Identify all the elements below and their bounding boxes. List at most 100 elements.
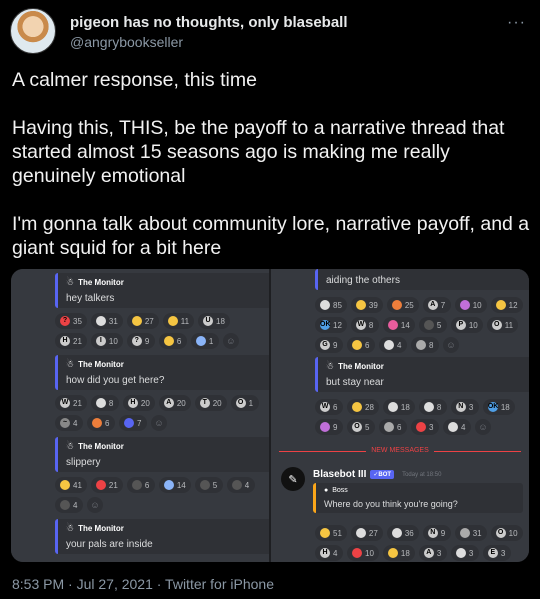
reaction-count: 10 bbox=[108, 336, 118, 346]
display-name[interactable]: pigeon has no thoughts, only blaseball bbox=[70, 14, 348, 31]
reaction-button[interactable]: H 20 bbox=[122, 395, 155, 411]
reaction-button[interactable]: 4 bbox=[443, 419, 471, 435]
reaction-emoji-icon: O bbox=[495, 528, 506, 538]
reaction-button[interactable]: ? 35 bbox=[55, 313, 87, 329]
reaction-button[interactable]: OK 18 bbox=[482, 399, 515, 415]
reaction-emoji-icon bbox=[416, 422, 426, 432]
bot-avatar[interactable]: ✎ bbox=[281, 467, 305, 491]
reaction-button[interactable]: 4 bbox=[226, 477, 255, 493]
add-reaction-icon[interactable]: ☺ bbox=[475, 419, 491, 435]
reaction-button[interactable]: 1 bbox=[190, 333, 219, 349]
reaction-button[interactable]: 18 bbox=[382, 545, 415, 561]
reaction-button[interactable]: 31 bbox=[454, 525, 487, 541]
reaction-button[interactable]: 6 bbox=[158, 333, 187, 349]
reaction-emoji-icon: T bbox=[199, 398, 210, 408]
reaction-button[interactable]: G9 bbox=[315, 337, 343, 353]
reaction-button[interactable]: 4 bbox=[55, 497, 83, 513]
reaction-bar: 512736N931O10H41018A33E3☺ bbox=[315, 525, 525, 562]
reaction-emoji-icon: H bbox=[320, 548, 330, 558]
reaction-button[interactable]: OK 12 bbox=[315, 317, 347, 333]
tweet-timestamp[interactable]: 8:53 PM · Jul 27, 2021 · Twitter for iPh… bbox=[12, 576, 274, 592]
add-reaction-icon[interactable]: ☺ bbox=[443, 337, 459, 353]
reaction-button[interactable]: 6 bbox=[87, 415, 115, 431]
reaction-button[interactable]: W 21 bbox=[55, 395, 87, 411]
reaction-button[interactable]: O1 bbox=[230, 395, 259, 411]
reaction-button[interactable]: U 18 bbox=[198, 313, 230, 329]
reaction-button[interactable]: 3 bbox=[450, 545, 479, 561]
reaction-button[interactable]: 14 bbox=[158, 477, 191, 493]
reaction-button[interactable]: H4 bbox=[315, 545, 343, 561]
reaction-button[interactable]: H 21 bbox=[55, 333, 87, 349]
reaction-button[interactable]: P 10 bbox=[450, 317, 483, 333]
tweet-paragraph: I'm gonna talk about community lore, nar… bbox=[12, 213, 530, 259]
reaction-button[interactable]: W6 bbox=[315, 399, 343, 415]
reaction-button[interactable]: 8 bbox=[90, 395, 119, 411]
reaction-button[interactable]: 18 bbox=[382, 399, 415, 415]
reaction-button[interactable]: I 10 bbox=[90, 333, 123, 349]
add-reaction-icon[interactable]: ☺ bbox=[87, 497, 103, 513]
reaction-button[interactable]: 36 bbox=[386, 525, 419, 541]
reaction-button[interactable]: A7 bbox=[422, 297, 451, 313]
reaction-button[interactable]: A 20 bbox=[158, 395, 191, 411]
reaction-button[interactable]: 3 bbox=[411, 419, 439, 435]
reaction-button[interactable]: 11 bbox=[162, 313, 195, 329]
reaction-button[interactable]: 6 bbox=[126, 477, 155, 493]
reaction-button[interactable]: A3 bbox=[418, 545, 447, 561]
reaction-button[interactable]: W8 bbox=[350, 317, 379, 333]
reaction-button[interactable]: 31 bbox=[90, 313, 123, 329]
reaction-button[interactable]: 6 bbox=[347, 337, 375, 353]
reaction-emoji-icon bbox=[60, 480, 70, 490]
add-reaction-icon[interactable]: ☺ bbox=[151, 415, 167, 431]
more-options-icon[interactable]: ··· bbox=[507, 14, 526, 32]
reaction-button[interactable]: O5 bbox=[347, 419, 375, 435]
reaction-button[interactable]: N9 bbox=[422, 525, 451, 541]
reaction-button[interactable]: 4 bbox=[379, 337, 407, 353]
reaction-button[interactable]: 10 bbox=[347, 545, 379, 561]
reaction-button[interactable]: 7 bbox=[119, 415, 147, 431]
reaction-button[interactable]: 27 bbox=[350, 525, 383, 541]
reaction-button[interactable]: 41 bbox=[55, 477, 87, 493]
boss-icon: ● bbox=[324, 487, 329, 494]
message-timestamp: Today at 18:50 bbox=[402, 471, 442, 478]
reaction-button[interactable]: 27 bbox=[126, 313, 159, 329]
reaction-count: 8 bbox=[368, 320, 374, 330]
reaction-button[interactable]: N3 bbox=[450, 399, 479, 415]
reaction-emoji-icon bbox=[320, 422, 330, 432]
add-reaction-icon[interactable]: ☺ bbox=[222, 333, 239, 349]
reaction-emoji-icon: N bbox=[455, 402, 466, 412]
reaction-button[interactable]: 10 bbox=[454, 297, 487, 313]
reaction-button[interactable]: 5 bbox=[418, 317, 447, 333]
handle[interactable]: @angrybookseller bbox=[70, 34, 183, 50]
reaction-button[interactable]: 39 bbox=[350, 297, 383, 313]
tweet-media-image[interactable]: ☃ The Monitor hey talkers ? 35 31 27 11 U 18 H 21… bbox=[11, 269, 529, 562]
reaction-button[interactable]: 5 bbox=[194, 477, 223, 493]
reaction-emoji-icon bbox=[95, 398, 106, 408]
reaction-button[interactable]: 21 bbox=[90, 477, 123, 493]
reaction-count: 10 bbox=[508, 528, 518, 538]
reaction-button[interactable]: 25 bbox=[386, 297, 419, 313]
reaction-button[interactable]: O 11 bbox=[486, 317, 519, 333]
reaction-button[interactable]: 8 bbox=[418, 399, 447, 415]
reaction-button[interactable]: 12 bbox=[490, 297, 523, 313]
discord-message: ☃ The Monitor slippery bbox=[55, 437, 269, 472]
reaction-button[interactable]: O 10 bbox=[490, 525, 523, 541]
reaction-button[interactable]: 9 bbox=[315, 419, 343, 435]
bot-name[interactable]: Blasebot III bbox=[313, 469, 366, 480]
reaction-button[interactable]: 28 bbox=[347, 399, 379, 415]
reaction-button[interactable]: 6 bbox=[379, 419, 407, 435]
reaction-emoji-icon bbox=[387, 548, 398, 558]
avatar[interactable] bbox=[10, 8, 56, 54]
reaction-button[interactable]: 14 bbox=[382, 317, 415, 333]
reaction-emoji-icon: W bbox=[320, 402, 330, 412]
reaction-emoji-icon: I bbox=[95, 336, 106, 346]
discord-message: ☃ The Monitor your pals are inside bbox=[55, 519, 269, 554]
reaction-button[interactable]: 51 bbox=[315, 525, 347, 541]
reaction-button[interactable]: E3 bbox=[482, 545, 511, 561]
reaction-button[interactable]: ~4 bbox=[55, 415, 83, 431]
reaction-button[interactable]: 8 bbox=[411, 337, 439, 353]
reaction-button[interactable]: 85 bbox=[315, 297, 347, 313]
bot-badge: ✓BOT bbox=[370, 470, 395, 479]
reaction-button[interactable]: T 20 bbox=[194, 395, 227, 411]
reaction-button[interactable]: ? 9 bbox=[126, 333, 155, 349]
reaction-bar: 41 21 6 14 5 4 4 ☺ bbox=[55, 477, 265, 513]
